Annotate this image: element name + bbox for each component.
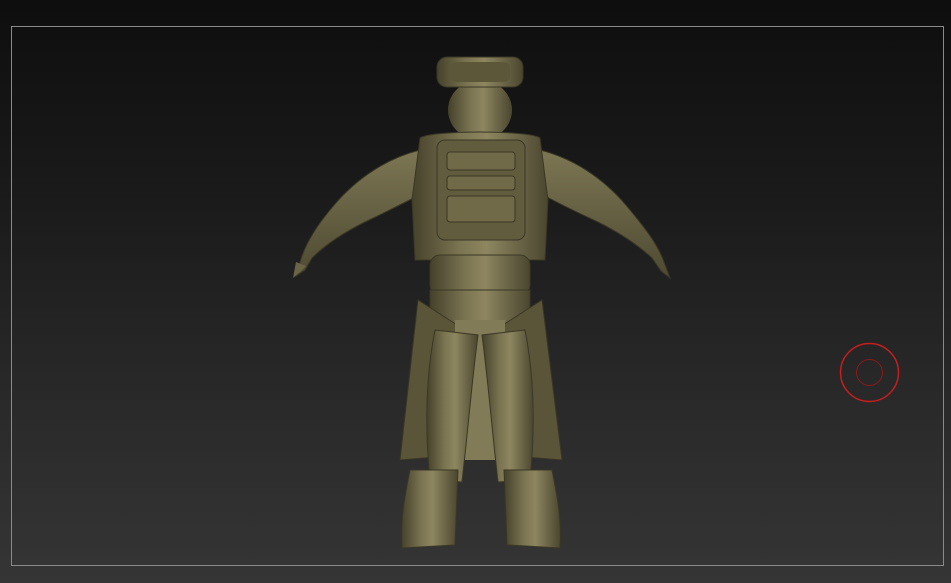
boots [401, 469, 561, 549]
torso [411, 131, 549, 261]
coat-tails [399, 299, 563, 461]
left-arm [293, 149, 426, 278]
character-model[interactable] [0, 0, 951, 583]
sculpt-viewport[interactable] [0, 0, 951, 583]
right-arm [537, 149, 672, 280]
head [436, 56, 524, 140]
brush-circle-icon[interactable] [839, 342, 900, 403]
